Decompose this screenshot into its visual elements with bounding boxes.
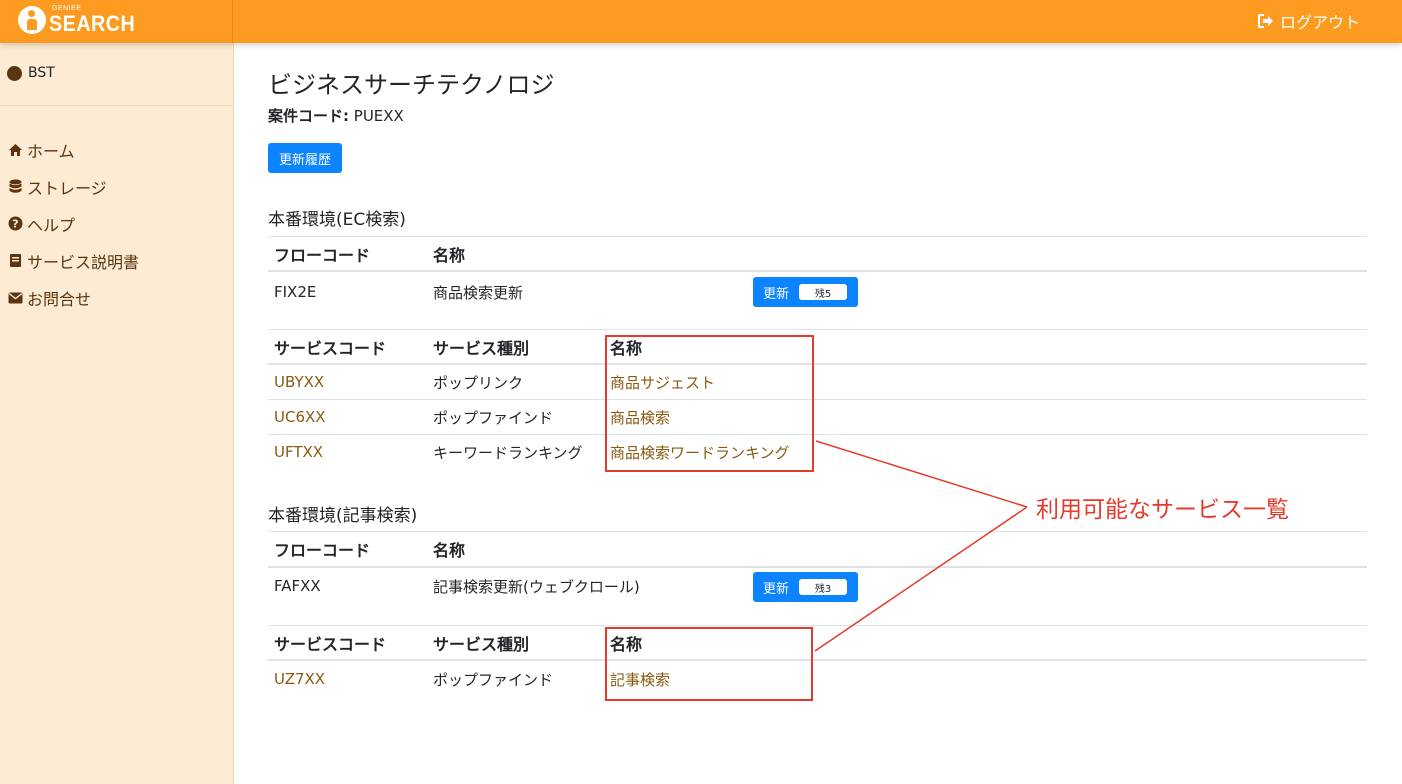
column-header: 名称 [610,338,643,358]
flow-table-article: フローコード 名称 FAFXX 記事検索更新(ウェブクロール) 更新 残3 [268,531,1367,625]
table-row: FIX2E 商品検索更新 更新 残5 [268,272,1367,330]
table-header: フローコード 名称 [268,236,1367,272]
database-icon [7,179,23,195]
sidebar: BST ホーム ストレージ ? ヘルプ サービス説明書 お問合せ [0,43,234,784]
column-header: サービスコード [274,634,387,654]
home-icon [7,142,23,158]
sidebar-item-home[interactable]: ホーム [7,131,139,168]
sidebar-item-label: ホーム [27,141,75,161]
flow-code: FAFXX [274,577,321,595]
case-code-value: PUEXX [353,107,404,125]
table-header: サービスコード サービス種別 名称 [268,329,1367,365]
service-type: ポップファインド [433,670,554,689]
brand-name: SEARCH [49,11,136,36]
top-header: GENIEE SEARCH ログアウト [0,0,1402,43]
sidebar-item-label: サービス説明書 [27,252,140,272]
service-code-link[interactable]: UC6XX [274,400,326,434]
table-header: サービスコード サービス種別 名称 [268,625,1367,661]
service-code-link[interactable]: UZ7XX [274,661,325,697]
sidebar-nav: ホーム ストレージ ? ヘルプ サービス説明書 お問合せ [7,131,139,316]
service-name-link[interactable]: 商品サジェスト [610,365,715,399]
update-button-label: 更新 [763,286,790,302]
table-row: UBYXX ポップリンク 商品サジェスト [268,365,1367,399]
sidebar-item-help[interactable]: ? ヘルプ [7,205,139,242]
remaining-badge: 残5 [799,284,848,300]
svg-text:?: ? [12,218,18,231]
annotation-label: 利用可能なサービス一覧 [1036,497,1289,523]
column-header: サービスコード [274,338,387,358]
service-name-link[interactable]: 商品検索 [610,400,670,434]
sidebar-item-label: ストレージ [27,178,107,198]
table-row: UFTXX キーワードランキング 商品検索ワードランキング [268,434,1367,469]
column-header: 名称 [433,245,466,265]
column-header: サービス種別 [433,634,530,654]
service-code-link[interactable]: UFTXX [274,435,323,469]
case-code: 案件コード: PUEXX [268,105,404,126]
page-title: ビジネスサーチテクノロジ [268,71,555,99]
envelope-icon [7,290,23,306]
org-indicator: BST [7,65,55,81]
remaining-badge: 残3 [799,579,848,595]
sidebar-item-contact[interactable]: お問合せ [7,279,139,316]
table-row: FAFXX 記事検索更新(ウェブクロール) 更新 残3 [268,568,1367,625]
org-name: BST [28,65,55,81]
table-row: UC6XX ポップファインド 商品検索 [268,399,1367,434]
sidebar-item-manual[interactable]: サービス説明書 [7,242,139,279]
flow-table-ec: フローコード 名称 FIX2E 商品検索更新 更新 残5 [268,236,1367,330]
sign-out-icon [1258,14,1274,28]
case-code-label: 案件コード: [268,107,349,125]
service-code-link[interactable]: UBYXX [274,365,324,399]
sidebar-divider [0,105,233,106]
service-name-link[interactable]: 記事検索 [610,661,670,697]
service-type: キーワードランキング [433,443,583,462]
update-button-label: 更新 [763,581,790,597]
sidebar-item-label: お問合せ [27,289,92,309]
flow-name: 記事検索更新(ウェブクロール) [433,577,640,596]
circle-icon [7,65,22,81]
flow-code: FIX2E [274,283,317,301]
service-type: ポップリンク [433,373,524,392]
logout-label: ログアウト [1280,13,1361,32]
update-history-button[interactable]: 更新履歴 [268,143,342,173]
table-header: フローコード 名称 [268,531,1367,568]
sidebar-item-label: ヘルプ [27,215,76,235]
sidebar-item-storage[interactable]: ストレージ [7,168,139,205]
update-button[interactable]: 更新 残3 [753,572,858,602]
column-header: フローコード [274,541,371,560]
service-table-ec: サービスコード サービス種別 名称 UBYXX ポップリンク 商品サジェスト U… [268,329,1367,469]
logo-icon [18,6,46,34]
column-header: サービス種別 [433,338,530,358]
column-header: 名称 [433,541,466,560]
column-header: 名称 [610,634,643,654]
logout-button[interactable]: ログアウト [1258,11,1361,32]
column-header: フローコード [274,245,371,265]
service-type: ポップファインド [433,408,554,427]
question-circle-icon: ? [7,216,23,232]
flow-name: 商品検索更新 [433,283,524,302]
service-name-link[interactable]: 商品検索ワードランキング [610,435,790,469]
brand-logo[interactable]: GENIEE SEARCH [0,0,233,43]
service-table-article: サービスコード サービス種別 名称 UZ7XX ポップファインド 記事検索 [268,625,1367,697]
section-title-ec: 本番環境(EC検索) [268,210,406,230]
update-button[interactable]: 更新 残5 [753,277,858,307]
section-title-article: 本番環境(記事検索) [268,506,418,526]
book-icon [7,253,23,269]
table-row: UZ7XX ポップファインド 記事検索 [268,661,1367,697]
